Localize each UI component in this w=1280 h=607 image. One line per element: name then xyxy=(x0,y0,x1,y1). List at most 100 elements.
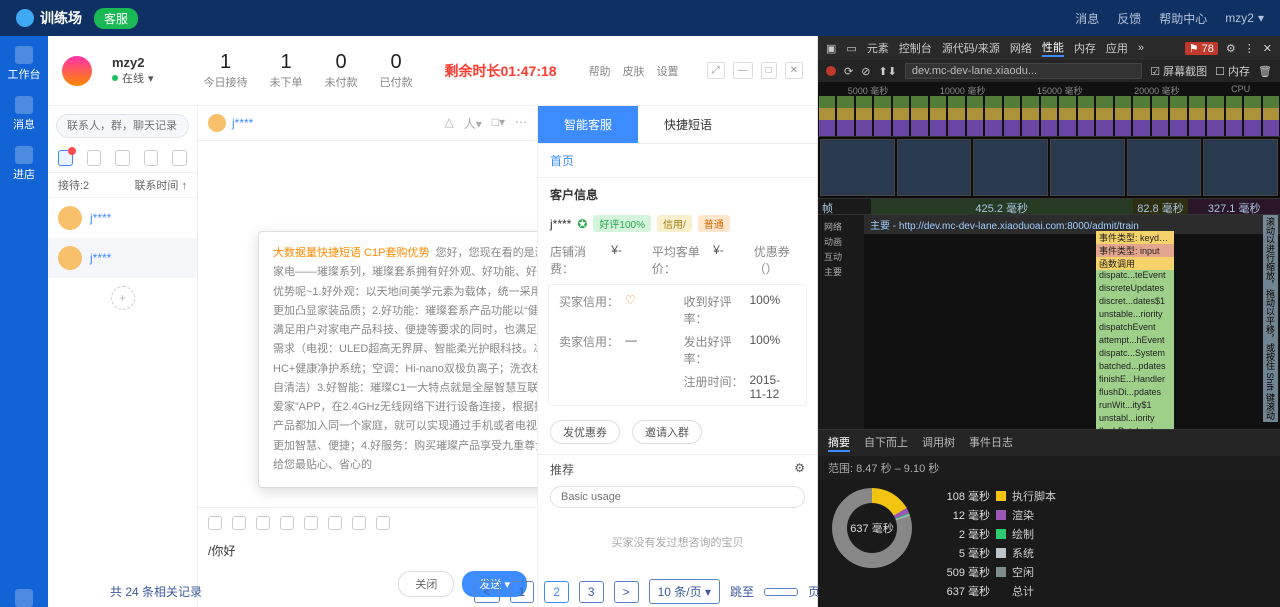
editor-star-icon[interactable] xyxy=(352,516,366,530)
pager-jump-input[interactable] xyxy=(764,588,798,596)
dt-url-select[interactable]: dev.mc-dev-lane.xiaodu... xyxy=(905,63,1142,79)
minitab-contact-icon[interactable] xyxy=(115,150,130,166)
invite-group-button[interactable]: 邀请入群 xyxy=(632,420,702,444)
chat-tool-more-icon[interactable]: ⋯ xyxy=(515,115,527,132)
flame-bar[interactable]: runWit...ity$1 xyxy=(1096,400,1174,413)
nav-workbench[interactable]: 工作台 xyxy=(8,46,41,82)
kefu-badge[interactable]: 客服 xyxy=(94,8,138,29)
dt-close-icon[interactable]: ✕ xyxy=(1263,42,1272,55)
dt-trash-icon[interactable]: 🗑 xyxy=(1258,65,1272,78)
dt-record-icon[interactable] xyxy=(826,66,836,76)
dt-tab-console[interactable]: 控制台 xyxy=(899,40,932,56)
editor-more-icon[interactable] xyxy=(376,516,390,530)
flame-bar[interactable]: flushDi...pdates xyxy=(1096,387,1174,400)
top-xiaoxi[interactable]: 消息 xyxy=(1075,10,1099,27)
chat-tool-tag-icon[interactable]: □▾ xyxy=(492,115,505,132)
pager-page-2[interactable]: 2 xyxy=(544,581,569,603)
flame-bar[interactable]: finishE...Handler xyxy=(1096,374,1174,387)
dt-tab-network[interactable]: 网络 xyxy=(1010,40,1032,56)
dt-memory-checkbox[interactable]: ☐ 内存 xyxy=(1215,63,1250,79)
dt-menu-icon[interactable]: ⋮ xyxy=(1244,42,1255,55)
flame-bar[interactable]: unstabl...iority xyxy=(1096,413,1174,426)
pager-page-1[interactable]: 1 xyxy=(510,581,535,603)
dt-tab-performance[interactable]: 性能 xyxy=(1042,39,1064,57)
win-max-icon[interactable]: □ xyxy=(761,62,777,79)
editor-image-icon[interactable] xyxy=(232,516,246,530)
dt-track-tree[interactable]: 网络 动画 互动 主要 xyxy=(818,215,864,429)
dt-tab-elements[interactable]: 元素 xyxy=(867,40,889,56)
minitab-org-icon[interactable] xyxy=(172,150,187,166)
flame-bar[interactable]: dispatchEvent xyxy=(1096,322,1174,335)
tab-quick-reply[interactable]: 快捷短语 xyxy=(638,106,738,143)
dt-device-icon[interactable]: ▭ xyxy=(846,42,856,55)
dt-tab-more-icon[interactable]: » xyxy=(1138,42,1144,54)
flame-bar[interactable]: flushP_tsImpl xyxy=(1096,426,1174,429)
info-home-crumb[interactable]: 首页 xyxy=(538,144,817,178)
dt-screenshot-checkbox[interactable]: ☑ 屏幕截图 xyxy=(1150,63,1207,79)
flame-bar[interactable]: 事件类型: keydown xyxy=(1096,231,1174,244)
dt-load-icon[interactable]: ⬆⬇ xyxy=(878,65,896,78)
flame-bar[interactable]: attempt...hEvent xyxy=(1096,335,1174,348)
user-status[interactable]: 在线 ▾ xyxy=(112,70,154,86)
nav-collapse[interactable] xyxy=(15,589,33,607)
conversation-item[interactable]: j**** xyxy=(48,198,197,238)
minitab-chat-icon[interactable] xyxy=(58,150,73,166)
nav-messages[interactable]: 消息 xyxy=(13,96,35,132)
dt-sumtab-summary[interactable]: 摘要 xyxy=(828,434,850,452)
dt-timeline-overview[interactable]: 5000 毫秒 10000 毫秒 15000 毫秒 20000 毫秒 CPU xyxy=(818,82,1280,137)
editor-at-icon[interactable] xyxy=(304,516,318,530)
flame-bar[interactable]: discret...dates$1 xyxy=(1096,296,1174,309)
win-pop-icon[interactable]: ⤢ xyxy=(707,62,725,79)
add-conversation-button[interactable]: + xyxy=(111,286,135,310)
send-coupon-button[interactable]: 发优惠券 xyxy=(550,420,620,444)
minitab-recent-icon[interactable] xyxy=(87,150,102,166)
dt-sumtab-calltree[interactable]: 调用树 xyxy=(922,434,955,452)
conv-sort[interactable]: 联系时间 ↑ xyxy=(134,177,187,193)
head-help[interactable]: 帮助 xyxy=(589,63,611,79)
dt-network-row[interactable]: 帧 425.2 毫秒 82.8 毫秒 327.1 毫秒 xyxy=(818,199,1280,215)
flame-bar[interactable]: dispatc...teEvent xyxy=(1096,270,1174,283)
top-help[interactable]: 帮助中心 xyxy=(1159,10,1207,27)
dt-clear-icon[interactable]: ⊘ xyxy=(861,65,870,78)
avatar[interactable] xyxy=(62,56,92,86)
flame-bar[interactable]: discreteUpdates xyxy=(1096,283,1174,296)
editor-link-icon[interactable] xyxy=(280,516,294,530)
flame-bar[interactable]: 函数调用 xyxy=(1096,257,1174,270)
win-close-icon[interactable]: ✕ xyxy=(785,62,803,79)
editor-file-icon[interactable] xyxy=(256,516,270,530)
tab-smart-service[interactable]: 智能客服 xyxy=(538,106,638,143)
flame-bar[interactable]: unstable...riority xyxy=(1096,309,1174,322)
flame-bar[interactable]: 事件类型: input xyxy=(1096,244,1174,257)
search-input[interactable] xyxy=(56,114,189,138)
dt-sumtab-bottomup[interactable]: 自下而上 xyxy=(864,434,908,452)
recommend-settings-icon[interactable]: ⚙ xyxy=(794,461,805,478)
dt-sumtab-eventlog[interactable]: 事件日志 xyxy=(969,434,1013,452)
flame-bar[interactable]: dispatc...System xyxy=(1096,348,1174,361)
dt-tab-application[interactable]: 应用 xyxy=(1106,40,1128,56)
dt-inspect-icon[interactable]: ▣ xyxy=(826,42,836,55)
recommend-input[interactable] xyxy=(550,486,805,508)
top-user[interactable]: mzy2 ▾ xyxy=(1225,11,1264,25)
chat-tool-user-icon[interactable]: 人▾ xyxy=(464,115,482,132)
head-skin[interactable]: 皮肤 xyxy=(623,63,645,79)
pager-size[interactable]: 10 条/页 ▾ xyxy=(649,579,720,604)
message-draft[interactable]: /你好 xyxy=(208,542,527,559)
editor-emoji-icon[interactable] xyxy=(208,516,222,530)
dt-flame-chart[interactable]: 主要 - http://dev.mc-dev-lane.xiaoduoai.co… xyxy=(864,215,1280,429)
nav-shop[interactable]: 进店 xyxy=(13,146,35,182)
dt-error-count[interactable]: ⚑ 78 xyxy=(1185,42,1218,55)
flame-bar[interactable]: batched...pdates xyxy=(1096,361,1174,374)
pager-next[interactable]: > xyxy=(614,581,639,603)
chat-tool-notify-icon[interactable]: △ xyxy=(444,115,453,132)
dt-reload-icon[interactable]: ⟳ xyxy=(844,65,853,78)
minitab-group-icon[interactable] xyxy=(144,150,159,166)
dt-settings-icon[interactable]: ⚙ xyxy=(1226,42,1236,55)
editor-history-icon[interactable] xyxy=(328,516,342,530)
head-settings[interactable]: 设置 xyxy=(657,63,679,79)
dt-tab-memory[interactable]: 内存 xyxy=(1074,40,1096,56)
win-min-icon[interactable]: — xyxy=(733,62,753,79)
conversation-item[interactable]: j**** xyxy=(48,238,197,278)
dt-filmstrip[interactable]: 8600 毫秒 8700 毫秒 8800 毫秒 8900 毫秒 9000 毫秒 … xyxy=(818,137,1280,199)
pager-prev[interactable]: < xyxy=(474,581,499,603)
dt-tab-sources[interactable]: 源代码/来源 xyxy=(942,40,1000,56)
